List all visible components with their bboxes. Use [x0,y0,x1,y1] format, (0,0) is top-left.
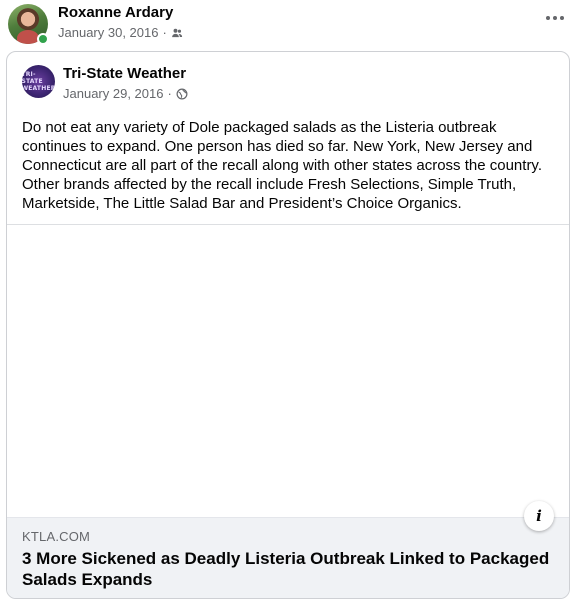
link-preview-footer[interactable]: KTLA.COM 3 More Sickened as Deadly Liste… [7,517,569,598]
online-status-indicator [37,33,49,45]
meta-separator: · [162,25,167,40]
page-avatar[interactable]: TRI-STATE WEATHER [22,65,55,98]
link-domain: KTLA.COM [22,529,91,544]
shared-post-card: TRI-STATE WEATHER Tri-State Weather Janu… [6,51,570,599]
more-options-button[interactable] [540,8,570,28]
author-name[interactable]: Roxanne Ardary [58,4,173,22]
avatar-figure [17,30,39,44]
post-header: Roxanne Ardary January 30, 2016 · [8,4,572,46]
more-options-icon [546,16,564,20]
post-date[interactable]: January 30, 2016 [58,25,158,41]
link-preview[interactable]: i KTLA.COM 3 More Sickened as Deadly Lis… [7,224,569,598]
shared-post-meta: January 29, 2016 · [63,86,188,102]
meta-separator: · [167,86,172,101]
info-button[interactable]: i [524,501,554,531]
link-title[interactable]: 3 More Sickened as Deadly Listeria Outbr… [22,548,554,590]
globe-icon[interactable] [176,88,188,100]
friends-icon[interactable] [171,27,183,39]
shared-post-header: TRI-STATE WEATHER Tri-State Weather Janu… [22,65,554,101]
post-meta: January 30, 2016 · [58,25,183,41]
page-name[interactable]: Tri-State Weather [63,65,186,83]
shared-post-text: Do not eat any variety of Dole packaged … [22,119,542,212]
link-preview-image[interactable] [7,225,569,517]
info-icon: i [536,507,542,525]
shared-post-date[interactable]: January 29, 2016 [63,86,163,102]
page-avatar-logo-text: TRI-STATE WEATHER [22,71,55,92]
